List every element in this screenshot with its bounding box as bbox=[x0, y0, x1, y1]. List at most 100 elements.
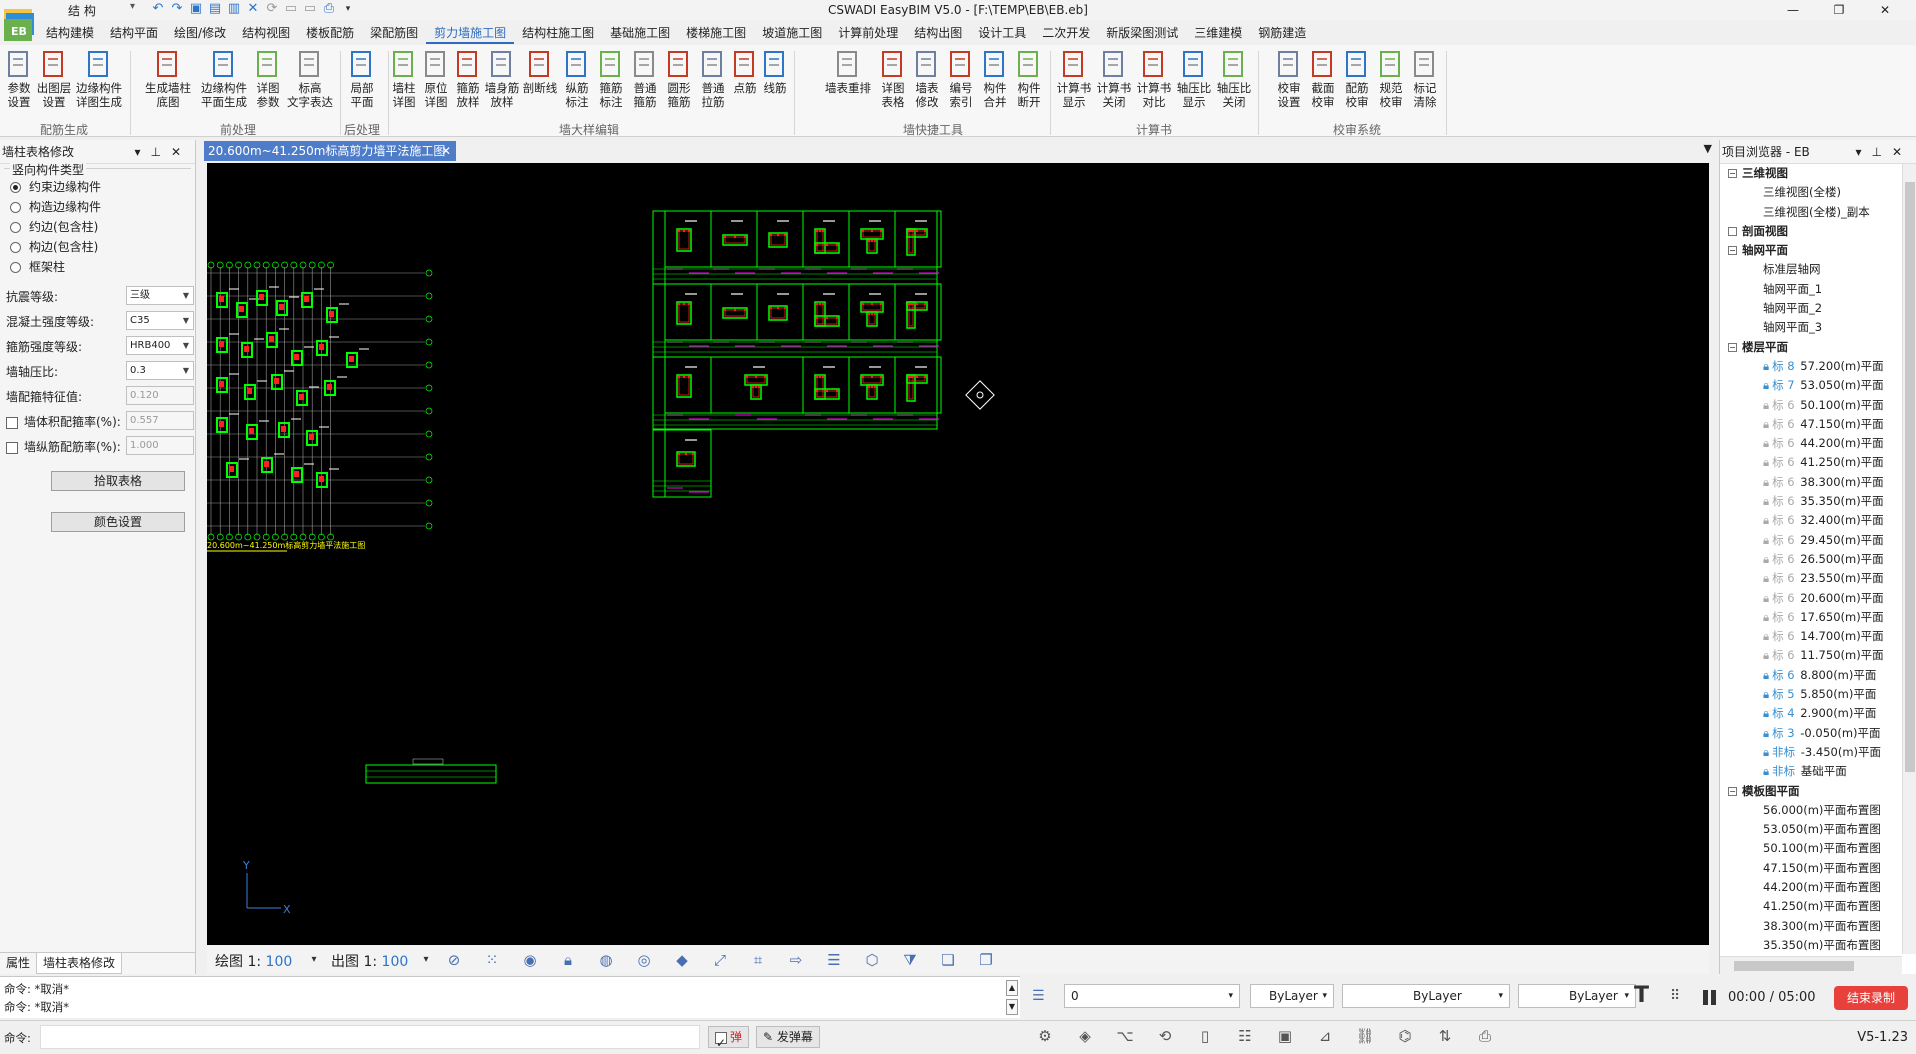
draw-scale-value[interactable]: 100 bbox=[266, 954, 293, 970]
tree-horizontal-scrollbar[interactable] bbox=[1720, 956, 1902, 974]
ribbon-button-6-3[interactable]: 规范 校审 bbox=[1374, 49, 1408, 109]
window-tile-icon[interactable]: ❏ bbox=[937, 950, 959, 970]
lock-icon[interactable]: 🔒︎ bbox=[1763, 591, 1769, 605]
lock-icon[interactable]: 🔒︎ bbox=[1763, 378, 1769, 392]
chevron-down-icon[interactable]: ▼ bbox=[183, 312, 189, 329]
ribbon-button-5-2[interactable]: 计算书 对比 bbox=[1134, 49, 1174, 109]
ribbon-tab-5[interactable]: 梁配筋图 bbox=[362, 22, 426, 44]
tree-item[interactable]: 三维视图(全楼) bbox=[1720, 183, 1902, 202]
lock-icon[interactable]: 🔒︎ bbox=[1763, 610, 1769, 624]
ribbon-button-6-2[interactable]: 配筋 校审 bbox=[1340, 49, 1374, 109]
cmd-scroll-up-icon[interactable]: ▲ bbox=[1006, 980, 1018, 996]
text-style-icon[interactable]: T bbox=[1634, 983, 1649, 1008]
lock-icon[interactable]: 🔒︎ bbox=[1763, 629, 1769, 643]
out-scale-value[interactable]: 100 bbox=[382, 954, 409, 970]
draw-scale[interactable]: 绘图 1: 100 bbox=[215, 951, 292, 971]
tree-item[interactable]: 53.050(m)平面布置图 bbox=[1720, 820, 1902, 839]
tab-list-icon[interactable]: ▼ bbox=[1704, 142, 1712, 155]
tab-properties[interactable]: 属性 bbox=[0, 953, 36, 974]
tag-icon[interactable]: ⌬ bbox=[1392, 1027, 1418, 1049]
ribbon-tab-9[interactable]: 楼梯施工图 bbox=[678, 22, 754, 44]
sync-icon[interactable]: ⟲ bbox=[1152, 1027, 1178, 1049]
ribbon-tab-3[interactable]: 结构视图 bbox=[234, 22, 298, 44]
param-input[interactable]: 0.3 ▼ bbox=[126, 361, 194, 380]
param-input[interactable]: C35 ▼ bbox=[126, 311, 194, 330]
restore-icon[interactable]: ❐ bbox=[1816, 0, 1862, 20]
ribbon-button-1-0[interactable]: 生成墙柱 底图 bbox=[140, 49, 196, 109]
transfer-icon[interactable]: ⇅ bbox=[1432, 1027, 1458, 1049]
ribbon-button-0-0[interactable]: 参数 设置 bbox=[2, 49, 36, 109]
out-scale-dropdown-icon[interactable]: ▾ bbox=[415, 950, 437, 970]
lock-icon[interactable]: 🔒︎ bbox=[1763, 745, 1769, 759]
tree-item[interactable]: 47.150(m)平面布置图 bbox=[1720, 859, 1902, 878]
tree-expander-icon[interactable]: − bbox=[1728, 342, 1737, 352]
tree-item[interactable]: 轴网平面_1 bbox=[1720, 280, 1902, 299]
recorder-drag-icon[interactable]: ⠿ bbox=[1670, 988, 1680, 1004]
lock-icon[interactable]: 🔒︎ bbox=[557, 950, 579, 970]
tree-item[interactable]: 🔒︎ 标 6 17.650(m)平面 bbox=[1720, 608, 1902, 627]
tree-item[interactable]: 🔒︎ 标 4 2.900(m)平面 bbox=[1720, 704, 1902, 723]
color-dropdown[interactable]: ByLayer ▾ bbox=[1250, 984, 1334, 1008]
ribbon-button-4-2[interactable]: 墙表 修改 bbox=[910, 49, 944, 109]
type-radio-0[interactable]: 约束边缘构件 bbox=[4, 177, 191, 197]
cmd-scroll-down-icon[interactable]: ▼ bbox=[1006, 999, 1018, 1015]
window-close-icon[interactable]: ✕ bbox=[1862, 0, 1908, 20]
ribbon-button-3-3[interactable]: 墙身筋 放样 bbox=[484, 49, 520, 109]
section-box-icon[interactable]: ◆ bbox=[671, 950, 693, 970]
document-tab-close-icon[interactable]: ✕ bbox=[441, 141, 451, 161]
ribbon-tab-4[interactable]: 楼板配筋 bbox=[298, 22, 362, 44]
command-input[interactable] bbox=[40, 1025, 700, 1049]
window-cascade-icon[interactable]: ❐ bbox=[975, 950, 997, 970]
lock-icon[interactable]: 🔒︎ bbox=[1763, 494, 1769, 508]
chevron-down-icon[interactable]: ▼ bbox=[183, 287, 189, 304]
tree-item[interactable]: 🔒︎ 非标 -3.450(m)平面 bbox=[1720, 743, 1902, 762]
tree-item[interactable]: 🔒︎ 标 6 20.600(m)平面 bbox=[1720, 589, 1902, 608]
ribbon-tab-17[interactable]: 钢筋建造 bbox=[1250, 22, 1314, 44]
radio-button[interactable] bbox=[10, 221, 21, 233]
tree-item[interactable]: 🔒︎ 标 6 11.750(m)平面 bbox=[1720, 646, 1902, 665]
ribbon-button-5-3[interactable]: 轴压比 显示 bbox=[1174, 49, 1214, 109]
ribbon-tab-16[interactable]: 三维建模 bbox=[1186, 22, 1250, 44]
color-dropdown-arrow-icon[interactable]: ▾ bbox=[1322, 985, 1327, 1007]
type-radio-3[interactable]: 构边(包含柱) bbox=[4, 237, 191, 257]
ribbon-tab-6[interactable]: 剪力墙施工图 bbox=[426, 22, 515, 44]
color-settings-button[interactable]: 颜色设置 bbox=[51, 512, 185, 532]
layer-dropdown[interactable]: 0 ▾ bbox=[1064, 984, 1240, 1008]
tree-group[interactable]: − 轴网平面 bbox=[1720, 241, 1902, 260]
pick-table-button[interactable]: 拾取表格 bbox=[51, 471, 185, 491]
tree-item[interactable]: 🔒︎ 标 8 57.200(m)平面 bbox=[1720, 357, 1902, 376]
isolate2-icon[interactable]: ◎ bbox=[633, 950, 655, 970]
ribbon-button-3-0[interactable]: 墙柱 详图 bbox=[388, 49, 420, 109]
tree-item[interactable]: 🔒︎ 标 6 29.450(m)平面 bbox=[1720, 531, 1902, 550]
ribbon-button-4-0[interactable]: 墙表重排 bbox=[820, 49, 876, 95]
popup-checkbox[interactable]: ✓ bbox=[715, 1031, 727, 1050]
tree-item[interactable]: 🔒︎ 标 6 41.250(m)平面 bbox=[1720, 453, 1902, 472]
tree-expander-icon[interactable]: − bbox=[1728, 169, 1737, 178]
list-icon[interactable]: ☷ bbox=[1232, 1027, 1258, 1049]
expand-icon[interactable]: ⤢ bbox=[709, 950, 731, 970]
ribbon-button-2-0[interactable]: 局部 平面 bbox=[340, 49, 384, 109]
draw-scale-dropdown-icon[interactable]: ▾ bbox=[303, 950, 325, 970]
tree-item[interactable]: 🔒︎ 标 6 44.200(m)平面 bbox=[1720, 434, 1902, 453]
param-input[interactable]: HRB400 ▼ bbox=[126, 336, 194, 355]
tree-group[interactable]: − 模板图平面 bbox=[1720, 782, 1902, 801]
type-radio-1[interactable]: 构造边缘构件 bbox=[4, 197, 191, 217]
pause-icon[interactable] bbox=[1700, 988, 1720, 1008]
ribbon-button-3-9[interactable]: 普通 拉筋 bbox=[696, 49, 730, 109]
ribbon-button-0-2[interactable]: 边缘构件 详图生成 bbox=[72, 49, 126, 109]
tree-expander-icon[interactable]: − bbox=[1728, 246, 1737, 256]
chevron-down-icon[interactable]: ▼ bbox=[183, 362, 189, 379]
ribbon-tab-1[interactable]: 结构平面 bbox=[102, 22, 166, 44]
tree-group[interactable]: − 三维视图 bbox=[1720, 164, 1902, 183]
ribbon-button-5-4[interactable]: 轴压比 关闭 bbox=[1214, 49, 1254, 109]
tree-item[interactable]: 🔒︎ 标 6 32.400(m)平面 bbox=[1720, 511, 1902, 530]
lock-icon[interactable]: 🔒︎ bbox=[1763, 475, 1769, 489]
ribbon-tab-14[interactable]: 二次开发 bbox=[1034, 22, 1098, 44]
ribbon-tab-0[interactable]: 结构建模 bbox=[38, 22, 102, 44]
ribbon-tab-15[interactable]: 新版梁图测试 bbox=[1098, 22, 1186, 44]
settings-gear-icon[interactable]: ⚙ bbox=[1032, 1027, 1058, 1049]
layer-dropdown-arrow-icon[interactable]: ▾ bbox=[1228, 985, 1233, 1007]
ribbon-button-1-3[interactable]: 标高 文字表达 bbox=[284, 49, 336, 109]
grid-icon[interactable]: ⁙ bbox=[481, 950, 503, 970]
lock-icon[interactable]: 🔒︎ bbox=[1763, 764, 1769, 778]
